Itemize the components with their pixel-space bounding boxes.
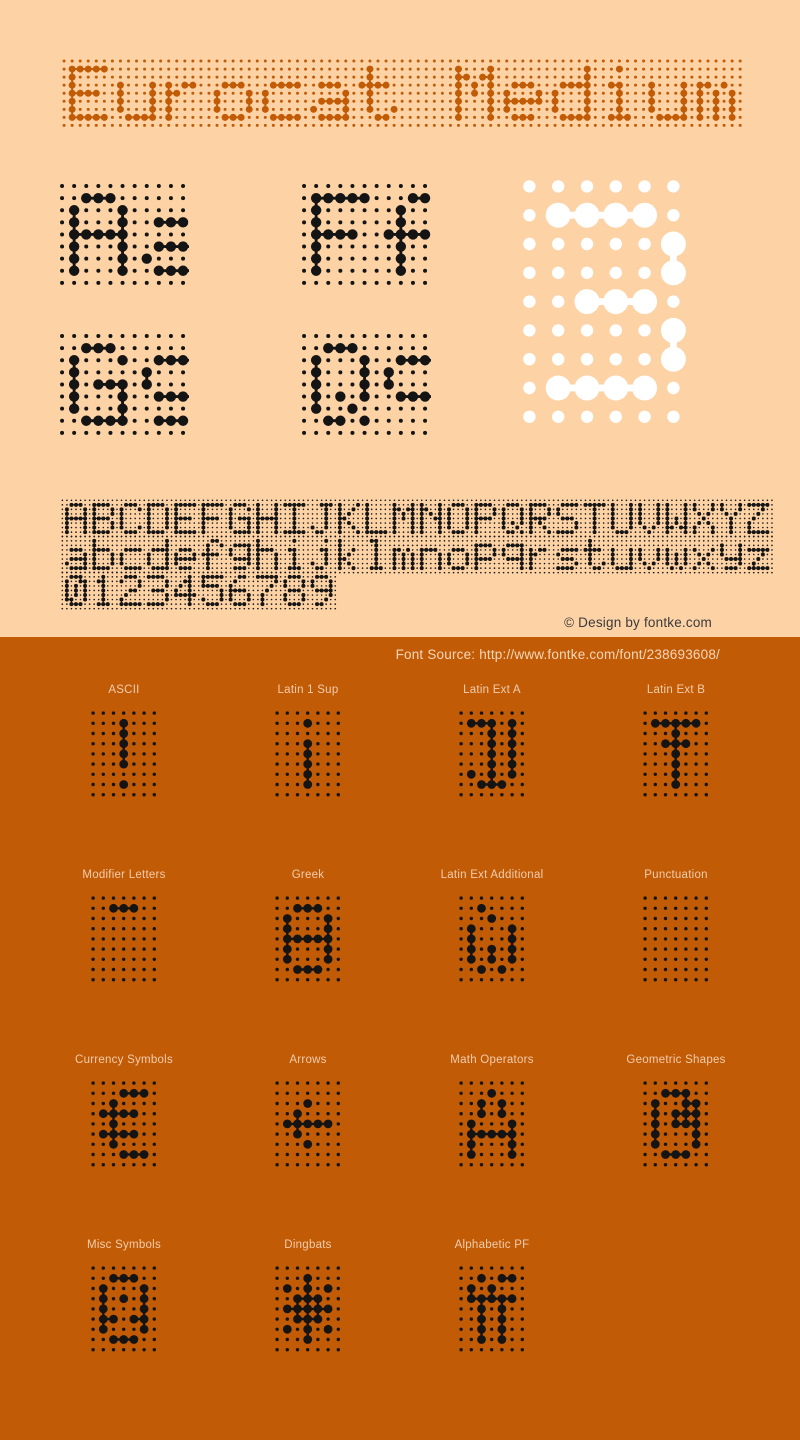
alphabet-lowercase-row: abcdefghijklmnopqrstuvwxyz — [60, 534, 774, 575]
category-glyph-math-operators — [400, 1078, 584, 1170]
specimen-aa: Aa — [56, 180, 190, 289]
category-cell-latin-ext-a[interactable]: Latin Ext A — [400, 682, 584, 867]
alphabet-uppercase-row: ABCDEFGHIJKLMNOPQRSTUVWXYZ — [60, 498, 774, 539]
category-row: Currency Symbols Arrows Math Operators Geom… — [32, 1052, 768, 1237]
category-cell-dingbats[interactable]: Dingbats — [216, 1237, 400, 1422]
category-glyph-modifier-letters — [32, 893, 216, 985]
specimen-gg: Gg — [56, 330, 190, 439]
category-cell-latin-1-sup[interactable]: Latin 1 Sup — [216, 682, 400, 867]
category-label-punctuation: Punctuation — [644, 869, 708, 881]
category-label-geometric-shapes: Geometric Shapes — [626, 1054, 726, 1066]
category-glyph-latin-ext-b — [584, 708, 768, 800]
category-label-dingbats: Dingbats — [284, 1239, 332, 1251]
category-cell-punctuation[interactable]: Punctuation — [584, 867, 768, 1052]
category-label-greek: Greek — [291, 869, 325, 881]
category-cell-arrows[interactable]: Arrows — [216, 1052, 400, 1237]
font-title-banner: Eurocat Medium — [60, 57, 742, 137]
unicode-coverage-section: Font Source: http://www.fontke.com/font/… — [0, 637, 800, 1440]
category-cell-latin-ext-b[interactable]: Latin Ext B — [584, 682, 768, 867]
category-cell-currency-symbols[interactable]: Currency Symbols — [32, 1052, 216, 1237]
category-label-misc-symbols: Misc Symbols — [87, 1239, 161, 1251]
category-label-math-operators: Math Operators — [450, 1054, 534, 1066]
category-row: Modifier Letters Greek Latin Ext Additiona… — [32, 867, 768, 1052]
category-glyph-ascii — [32, 708, 216, 800]
category-glyph-punctuation — [584, 893, 768, 985]
category-glyph-arrows — [216, 1078, 400, 1170]
category-cell-ascii[interactable]: ASCII — [32, 682, 216, 867]
category-label-modifier-letters: Modifier Letters — [82, 869, 166, 881]
category-label-latin-ext-b: Latin Ext B — [646, 684, 706, 696]
category-glyph-greek — [216, 893, 400, 985]
category-cell-alphabetic-pf[interactable]: Alphabetic PF — [400, 1237, 584, 1422]
category-label-currency-symbols: Currency Symbols — [75, 1054, 173, 1066]
unicode-category-grid: ASCII Latin 1 Sup Latin Ext A Latin Ext B Mo… — [0, 682, 800, 1422]
category-label-latin-ext-additional: Latin Ext Additional — [440, 869, 544, 881]
category-glyph-currency-symbols — [32, 1078, 216, 1170]
category-label-arrows: Arrows — [289, 1054, 327, 1066]
font-source-link[interactable]: Font Source: http://www.fontke.com/font/… — [396, 647, 720, 662]
category-glyph-misc-symbols — [32, 1263, 216, 1355]
category-row: Misc Symbols Dingbats Alphabetic PF — [32, 1237, 768, 1422]
category-glyph-alphabetic-pf — [400, 1263, 584, 1355]
title-dot-matrix — [60, 57, 742, 137]
category-label-alphabetic-pf: Alphabetic PF — [454, 1239, 530, 1251]
category-cell-latin-ext-additional[interactable]: Latin Ext Additional — [400, 867, 584, 1052]
specimen-qq: Qq — [298, 330, 432, 439]
category-row: ASCII Latin 1 Sup Latin Ext A Latin Ext B — [32, 682, 768, 867]
category-glyph-latin-1-sup — [216, 708, 400, 800]
alphabet-digits-row: 0123456789 — [60, 570, 338, 611]
category-glyph-latin-ext-additional — [400, 893, 584, 985]
category-label-latin-ext-a: Latin Ext A — [463, 684, 521, 696]
category-cell-geometric-shapes[interactable]: Geometric Shapes — [584, 1052, 768, 1237]
category-cell-modifier-letters[interactable]: Modifier Letters — [32, 867, 216, 1052]
category-cell-greek[interactable]: Greek — [216, 867, 400, 1052]
specimen-large-3: 3 — [515, 172, 688, 431]
specimen-top-section: Eurocat Medium Aa Ff Gg Qq 3 ABCDEFGHIJK… — [0, 0, 800, 637]
category-glyph-latin-ext-a — [400, 708, 584, 800]
category-glyph-geometric-shapes — [584, 1078, 768, 1170]
category-label-ascii: ASCII — [108, 684, 140, 696]
specimen-ff: Ff — [298, 180, 431, 289]
category-cell-empty — [584, 1237, 768, 1422]
category-label-latin-1-sup: Latin 1 Sup — [277, 684, 339, 696]
category-glyph-dingbats — [216, 1263, 400, 1355]
copyright-notice: © Design by fontke.com — [564, 615, 712, 630]
category-cell-math-operators[interactable]: Math Operators — [400, 1052, 584, 1237]
category-cell-misc-symbols[interactable]: Misc Symbols — [32, 1237, 216, 1422]
